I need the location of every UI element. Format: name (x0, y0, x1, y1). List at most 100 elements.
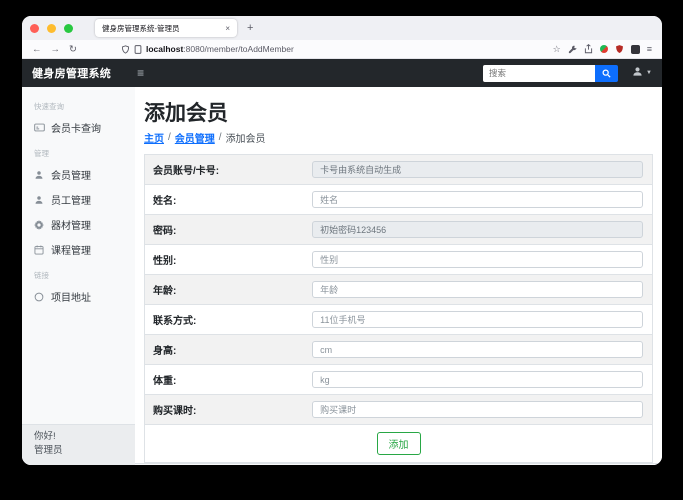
phone-input[interactable] (312, 311, 643, 328)
close-window-button[interactable] (30, 23, 39, 33)
sidebar-item-label: 项目地址 (51, 293, 91, 304)
breadcrumb-separator: / (168, 132, 171, 143)
sidebar-item-project-address[interactable]: 项目地址 (22, 284, 135, 309)
gender-input[interactable] (312, 251, 643, 268)
app-navbar: 健身房管理系统 ≡ ▼ (22, 59, 662, 87)
breadcrumb-item[interactable]: 会员管理 (175, 130, 215, 145)
field-label: 联系方式: (153, 316, 197, 327)
age-input[interactable] (312, 281, 643, 298)
form-row: 会员账号/卡号: (144, 154, 653, 185)
user-icon (34, 195, 45, 205)
sidebar-item-member-card-query[interactable]: 会员卡查询 (22, 115, 135, 140)
sidebar-item-equipment-management[interactable]: 器材管理 (22, 212, 135, 237)
password-input (312, 221, 643, 238)
bookmark-star-icon[interactable]: ☆ (553, 44, 561, 55)
breadcrumb-item[interactable]: 主页 (144, 130, 164, 145)
page-info-icon[interactable] (134, 44, 142, 54)
sidebar-item-staff-management[interactable]: 员工管理 (22, 187, 135, 212)
sidebar-item-course-management[interactable]: 课程管理 (22, 237, 135, 262)
field-label: 会员账号/卡号: (153, 166, 220, 177)
sidebar-item-member-management[interactable]: 会员管理 (22, 162, 135, 187)
user-icon (34, 170, 45, 180)
greeting-text: 你好! (34, 431, 56, 443)
sidebar: 快速查询会员卡查询管理会员管理员工管理器材管理课程管理链接项目地址 你好! 管理… (22, 87, 135, 465)
form-row: 购买课时: (144, 394, 653, 425)
weight-input[interactable] (312, 371, 643, 388)
current-user-name: 管理员 (34, 445, 63, 457)
chevron-down-icon: ▼ (646, 70, 652, 76)
form-row: 年龄: (144, 274, 653, 305)
account-avatar-icon[interactable] (630, 44, 640, 54)
wrench-icon[interactable] (568, 45, 577, 54)
field-label: 年龄: (153, 286, 177, 297)
field-label: 购买课时: (153, 406, 197, 417)
name-input[interactable] (312, 191, 643, 208)
account-input (312, 161, 643, 178)
sidebar-toggle-icon[interactable]: ≡ (137, 66, 144, 80)
sidebar-item-label: 会员管理 (51, 171, 91, 182)
breadcrumb-separator: / (218, 132, 222, 143)
adblock-shield-icon[interactable] (615, 44, 624, 54)
sidebar-user-panel: 你好! 管理员 (22, 424, 135, 465)
url-text: localhost:8080/member/toAddMember (145, 44, 294, 54)
extension-icon[interactable] (599, 45, 608, 53)
new-tab-button[interactable]: + (247, 22, 253, 34)
shield-icon[interactable] (121, 44, 130, 54)
calendar-icon (34, 245, 45, 255)
browser-tab-strip: 健身房管理系统-管理员 × + (22, 16, 662, 40)
share-icon[interactable] (584, 44, 593, 54)
user-icon (632, 64, 643, 82)
reload-icon[interactable]: ↻ (69, 44, 77, 55)
add-button[interactable]: 添加 (376, 432, 421, 455)
form-row: 联系方式: (144, 304, 653, 335)
height-input[interactable] (312, 341, 643, 358)
sidebar-item-label: 员工管理 (51, 196, 91, 207)
field-label: 身高: (153, 346, 177, 357)
form-row: 身高: (144, 334, 653, 365)
sidebar-item-label: 会员卡查询 (51, 124, 101, 135)
sidebar-item-label: 课程管理 (51, 246, 91, 257)
sidebar-section-label: 链接 (34, 271, 49, 280)
field-label: 体重: (153, 376, 177, 387)
course-hours-input[interactable] (312, 401, 643, 418)
browser-tab[interactable]: 健身房管理系统-管理员 × (95, 19, 237, 37)
menu-icon[interactable]: ≡ (647, 44, 652, 54)
search-input[interactable] (483, 64, 596, 82)
breadcrumb: 主页 / 会员管理 / 添加会员 (144, 130, 653, 145)
form-rows: 会员账号/卡号: 姓名: 密码: 性别: 年龄: 联系方式: 身高: 体重: 购买课时: 添加 (144, 154, 653, 463)
main-area: 添加会员 主页/会员管理/添加会员 会员账号/卡号:姓名:密码:性别:年龄:联系… (135, 87, 662, 465)
form-submit-row: 添加 (144, 424, 653, 463)
field-label: 性别: (153, 256, 177, 267)
search-button[interactable] (595, 64, 619, 82)
close-tab-icon[interactable]: × (225, 24, 230, 33)
card-icon (34, 123, 45, 132)
search-icon (602, 66, 611, 81)
maximize-window-button[interactable] (64, 23, 73, 33)
window-controls (30, 23, 73, 33)
sidebar-nav: 快速查询会员卡查询管理会员管理员工管理器材管理课程管理链接项目地址 (22, 87, 135, 309)
sidebar-section-label: 管理 (34, 149, 49, 158)
navbar-search (483, 64, 619, 82)
back-icon[interactable]: ← (32, 44, 42, 55)
url-field[interactable]: localhost:8080/member/toAddMember (121, 44, 553, 54)
form-row: 性别: (144, 244, 653, 275)
github-icon (34, 292, 45, 302)
form-row: 体重: (144, 364, 653, 395)
field-label: 姓名: (153, 196, 177, 207)
app-brand[interactable]: 健身房管理系统 (32, 65, 111, 81)
page-title: 添加会员 (144, 102, 228, 125)
tab-title: 健身房管理系统-管理员 (102, 23, 180, 33)
sidebar-section-label: 快速查询 (34, 102, 64, 111)
minimize-window-button[interactable] (47, 23, 56, 33)
sidebar-item-label: 器材管理 (51, 221, 91, 232)
main-footer: Copyright © ZhangMing 2021 (135, 463, 662, 465)
browser-address-bar: ← → ↻ localhost:8080/member/toAddMember … (22, 40, 662, 59)
form-row: 姓名: (144, 184, 653, 215)
add-member-form: 会员账号/卡号: 姓名: 密码: 性别: 年龄: 联系方式: 身高: 体重: 购买课时: 添加 (144, 154, 653, 463)
gear-icon (34, 219, 45, 230)
forward-icon[interactable]: → (51, 44, 61, 55)
browser-window: 健身房管理系统-管理员 × + ← → ↻ localhost:8080/mem… (22, 16, 662, 465)
field-label: 密码: (153, 226, 177, 237)
user-menu[interactable]: ▼ (632, 64, 652, 82)
breadcrumb-item: 添加会员 (225, 134, 266, 145)
